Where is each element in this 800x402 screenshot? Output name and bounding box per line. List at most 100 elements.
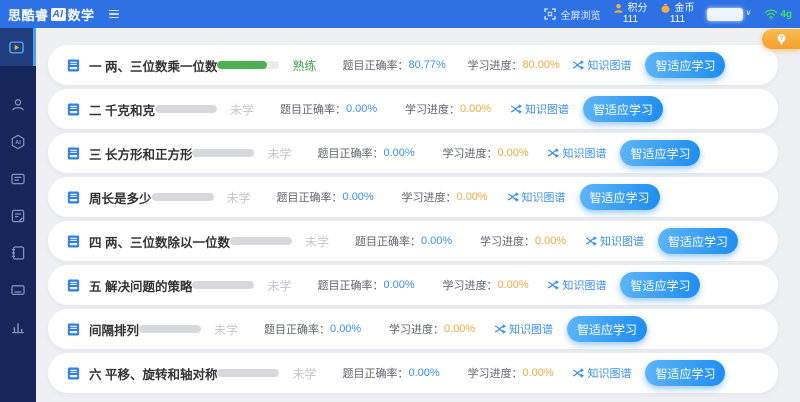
knowledge-map-link[interactable]: 知识图谱 — [572, 365, 645, 381]
logo-prefix: 思酷睿 — [8, 5, 49, 24]
ai-hexagon-icon: AI — [10, 134, 26, 150]
points-icon — [613, 3, 624, 14]
help-lightbulb-tab[interactable]: ? — [762, 29, 800, 49]
points-value: 111 — [623, 14, 638, 26]
lesson-title: 一 两、三位数乘一位数 — [89, 56, 217, 75]
logo-suffix: 数学 — [68, 5, 95, 24]
chevron-down-icon: ∨ — [745, 8, 751, 18]
learning-progress-label: 学习进度： — [467, 365, 522, 381]
fullscreen-label: 全屏浏览 — [560, 7, 600, 22]
logo-ai-mark: AI — [51, 8, 66, 21]
accuracy-value: 0.00% — [343, 191, 374, 203]
sidebar-item-statistics[interactable] — [0, 309, 36, 345]
learning-progress-label: 学习进度： — [442, 145, 497, 161]
sidebar-item-notebook[interactable] — [0, 235, 36, 271]
accuracy-label: 题目正确率： — [280, 101, 346, 117]
app-logo: 思酷睿 AI 数学 — [8, 5, 95, 24]
knowledge-map-label: 知识图谱 — [509, 321, 553, 337]
coins-icon — [660, 3, 671, 14]
adaptive-learning-button[interactable]: 智适应学习 — [620, 140, 700, 166]
knowledge-map-link[interactable]: 知识图谱 — [547, 277, 620, 293]
sidebar-item-profile[interactable] — [0, 87, 36, 123]
mastery-status: 未学 — [230, 101, 274, 118]
adaptive-learning-button[interactable]: 智适应学习 — [658, 228, 738, 254]
knowledge-map-label: 知识图谱 — [522, 189, 566, 205]
learning-progress-stat: 学习进度：80.00% — [467, 57, 572, 73]
sidebar-item-homework[interactable] — [0, 198, 36, 234]
coins-value: 111 — [670, 14, 685, 26]
mastery-status: 未学 — [214, 321, 258, 338]
knowledge-map-link[interactable]: 知识图谱 — [547, 145, 620, 161]
adaptive-learning-button[interactable]: 智适应学习 — [645, 52, 725, 78]
mastery-status: 未学 — [292, 365, 336, 382]
book-icon — [66, 190, 81, 205]
lesson-cards: 一 两、三位数乘一位数 熟练 题目正确率：80.77% 学习进度：80.00% … — [48, 45, 778, 393]
learning-progress-value: 0.00% — [444, 323, 475, 335]
accuracy-value: 0.00% — [346, 103, 377, 115]
learning-progress-label: 学习进度： — [467, 57, 522, 73]
lesson-row: 间隔排列 未学 题目正确率：0.00% 学习进度：0.00% 知识图谱 智适应学… — [48, 309, 778, 349]
accuracy-value: 0.00% — [421, 235, 452, 247]
mastery-status: 未学 — [227, 189, 271, 206]
user-icon — [10, 97, 26, 113]
knowledge-map-link[interactable]: 知识图谱 — [494, 321, 567, 337]
adaptive-learning-button[interactable]: 智适应学习 — [583, 96, 663, 122]
svg-text:?: ? — [779, 35, 783, 42]
knowledge-map-label: 知识图谱 — [600, 233, 644, 249]
sidebar-item-ai[interactable]: AI — [0, 124, 36, 160]
top-header-bar: 思酷睿 AI 数学 全屏浏览 积分 — [0, 0, 800, 28]
mastery-status: 熟练 — [292, 57, 336, 74]
learning-progress-value: 0.00% — [497, 147, 528, 159]
learning-progress-value: 0.00% — [460, 103, 491, 115]
mastery-bar — [217, 61, 279, 69]
assignment-edit-icon — [10, 208, 26, 224]
app-window: 思酷睿 AI 数学 全屏浏览 积分 — [0, 0, 800, 402]
adaptive-learning-button[interactable]: 智适应学习 — [567, 316, 647, 342]
learning-progress-value: 0.00% — [535, 235, 566, 247]
knowledge-map-link[interactable]: 知识图谱 — [572, 57, 645, 73]
lesson-row: 六 平移、旋转和轴对称 未学 题目正确率：0.00% 学习进度：0.00% 知识… — [48, 353, 778, 393]
adaptive-learning-button[interactable]: 智适应学习 — [580, 184, 660, 210]
points-badge: 积分 111 — [613, 3, 647, 26]
accuracy-value: 0.00% — [383, 147, 414, 159]
adaptive-learning-button[interactable]: 智适应学习 — [620, 272, 700, 298]
sidebar-nav: AI — [0, 28, 36, 402]
mastery-bar — [192, 281, 254, 289]
sidebar-item-video-lessons[interactable] — [0, 28, 36, 66]
knowledge-map-link[interactable]: 知识图谱 — [510, 101, 583, 117]
accuracy-label: 题目正确率： — [355, 233, 421, 249]
coins-badge: 金币 111 — [660, 3, 694, 26]
knowledge-map-link[interactable]: 知识图谱 — [585, 233, 658, 249]
shuffle-icon — [572, 367, 584, 379]
sidebar-item-cards[interactable] — [0, 272, 36, 308]
fullscreen-toggle[interactable]: 全屏浏览 — [544, 7, 600, 22]
knowledge-map-label: 知识图谱 — [525, 101, 569, 117]
bar-chart-icon — [10, 319, 26, 335]
accuracy-stat: 题目正确率：0.00% — [277, 189, 402, 205]
accuracy-label: 题目正确率： — [317, 145, 383, 161]
lesson-title: 二 千克和克 — [89, 100, 155, 119]
mastery-bar — [217, 369, 279, 377]
mastery-status: 未学 — [267, 277, 311, 294]
account-dropdown[interactable]: ∨ — [707, 8, 751, 21]
account-name-blob — [707, 8, 743, 21]
book-icon — [66, 234, 81, 249]
learning-progress-label: 学习进度： — [405, 101, 460, 117]
adaptive-learning-button[interactable]: 智适应学习 — [645, 360, 725, 386]
notebook-icon — [10, 245, 26, 261]
knowledge-map-link[interactable]: 知识图谱 — [507, 189, 580, 205]
fullscreen-icon — [544, 8, 556, 20]
learning-progress-value: 0.00% — [497, 279, 528, 291]
learning-progress-stat: 学习进度：0.00% — [467, 365, 572, 381]
lesson-row: 四 两、三位数除以一位数 未学 题目正确率：0.00% 学习进度：0.00% 知… — [48, 221, 778, 261]
menu-icon[interactable] — [109, 10, 119, 19]
accuracy-label: 题目正确率： — [342, 57, 408, 73]
accuracy-label: 题目正确率： — [317, 277, 383, 293]
sidebar-item-courseware[interactable] — [0, 161, 36, 197]
lesson-title: 四 两、三位数除以一位数 — [89, 232, 230, 251]
book-icon — [66, 322, 81, 337]
knowledge-map-label: 知识图谱 — [562, 277, 606, 293]
shuffle-icon — [585, 235, 597, 247]
lesson-title: 六 平移、旋转和轴对称 — [89, 364, 217, 383]
lesson-row: 一 两、三位数乘一位数 熟练 题目正确率：80.77% 学习进度：80.00% … — [48, 45, 778, 85]
